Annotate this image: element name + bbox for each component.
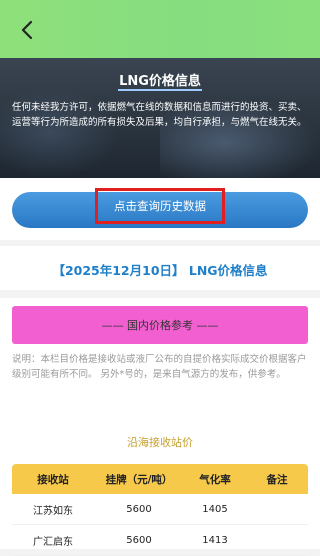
terminal-cell: 江苏如东 [33, 505, 73, 517]
page-title: LNG价格信息 [119, 74, 201, 89]
terminal-cell: 广汇启东 [33, 536, 73, 548]
price-note: 说明：本栏目价格是接收站或液厂公布的自提价格实际成交价根据客户级别可能有所不同。… [12, 354, 307, 380]
title-underline [118, 89, 202, 91]
query-history-label: 点击查询历史数据 [114, 199, 206, 213]
table-row[interactable]: 广汇启东 5600 1413 [12, 525, 308, 556]
date-headline: 【2025年12月10日】 LNG价格信息 [52, 263, 268, 278]
table-header: 接收站 挂牌（元/吨） 气化率 备注 [12, 464, 308, 494]
price-content: 【2025年12月10日】 LNG价格信息 —— 国内价格参考 —— 说明：本栏… [0, 246, 320, 556]
highlight-box[interactable]: 点击查询历史数据 [95, 188, 225, 224]
column-header: 气化率 [199, 473, 231, 486]
disclaimer-text: 任何未经我方许可，依据燃气在线的数据和信息而进行的投资、买卖、运营等行为所造成的… [12, 102, 307, 128]
gasification-cell: 1413 [202, 534, 228, 546]
column-header: 备注 [266, 473, 288, 486]
column-header: 接收站 [37, 473, 69, 486]
hero-banner: LNG价格信息 任何未经我方许可，依据燃气在线的数据和信息而进行的投资、买卖、运… [0, 58, 320, 178]
price-cell: 5600 [126, 534, 152, 546]
price-table: 接收站 挂牌（元/吨） 气化率 备注 江苏如东 5600 1405 广汇启东 5… [12, 464, 308, 556]
gasification-cell: 1405 [202, 503, 228, 515]
coastal-terminal-title: 沿海接收站价 [127, 436, 193, 449]
table-row[interactable]: 江苏如东 5600 1405 [12, 494, 308, 525]
top-bar [0, 0, 320, 58]
chevron-left-icon[interactable] [18, 20, 38, 40]
query-section: 点击查询历史数据 [0, 178, 320, 240]
domestic-price-banner[interactable]: —— 国内价格参考 —— [12, 306, 308, 344]
divider [0, 290, 320, 298]
price-cell: 5600 [126, 503, 152, 515]
column-header: 挂牌（元/吨） [105, 473, 173, 486]
